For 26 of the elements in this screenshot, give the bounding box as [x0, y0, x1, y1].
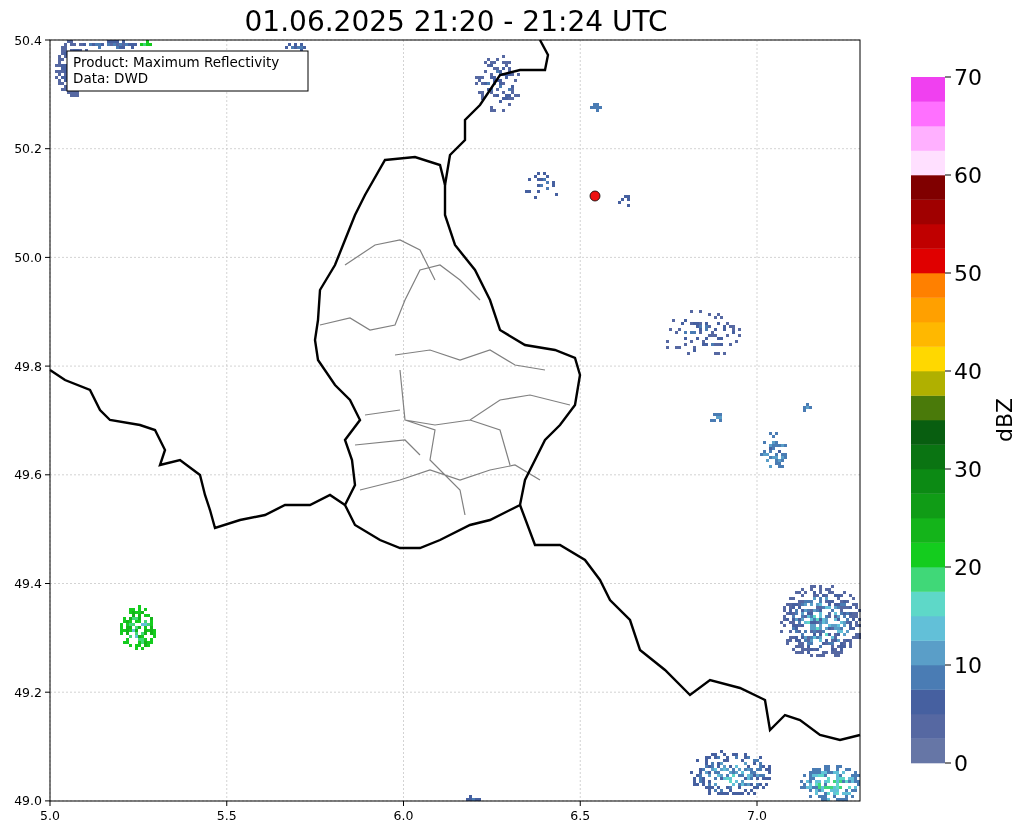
x-tick-label: 7.0: [747, 808, 767, 823]
colorbar-tick-label: 30: [954, 457, 982, 482]
location-marker: [589, 190, 601, 202]
y-tick-label: 49.6: [14, 467, 42, 483]
colorbar-tick-label: 50: [954, 261, 982, 286]
x-tick-label: 5.5: [216, 808, 237, 823]
colorbar-tick-label: 20: [954, 555, 982, 580]
y-tick-label: 49.8: [14, 358, 42, 374]
y-tick-label: 50.4: [14, 32, 42, 48]
chart-title: 01.06.2025 21:20 - 21:24 UTC: [244, 5, 668, 38]
y-tick-label: 49.4: [14, 576, 42, 591]
colorbar-tick-label: 0: [954, 751, 968, 776]
colorbar-label: dBZ: [992, 397, 1017, 443]
y-tick-label: 50.2: [14, 141, 42, 157]
x-tick-label: 6.5: [570, 808, 591, 823]
info-text: Data: DWD: [73, 70, 149, 86]
info-text: Product: Maximum Reflectivity: [73, 54, 280, 70]
x-tick-label: 5.0: [40, 808, 60, 823]
x-tick-label: 6.0: [393, 808, 414, 823]
y-tick-label: 49.0: [14, 793, 42, 809]
colorbar-tick-label: 40: [954, 359, 982, 384]
colorbar-tick-label: 70: [954, 65, 982, 90]
y-tick-label: 50.0: [14, 249, 42, 265]
colorbar-tick-label: 10: [954, 653, 982, 678]
colorbar-tick-label: 60: [954, 163, 982, 188]
y-tick-label: 49.2: [14, 684, 42, 700]
